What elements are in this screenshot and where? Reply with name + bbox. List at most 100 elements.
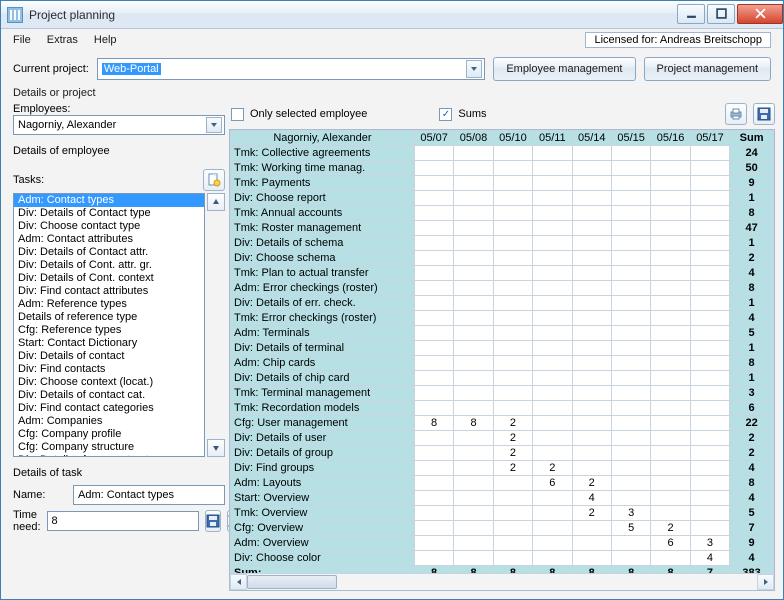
grid-cell[interactable] bbox=[454, 356, 493, 371]
grid-cell[interactable] bbox=[690, 371, 729, 386]
employee-management-button[interactable]: Employee management bbox=[493, 57, 635, 81]
grid-cell[interactable] bbox=[414, 491, 453, 506]
sums-checkbox[interactable] bbox=[439, 108, 452, 121]
grid-row-label[interactable]: Div: Details of schema bbox=[231, 236, 415, 251]
grid-cell[interactable] bbox=[572, 191, 611, 206]
grid-cell[interactable] bbox=[533, 236, 572, 251]
grid-cell[interactable] bbox=[572, 431, 611, 446]
grid-row-label[interactable]: Tmk: Plan to actual transfer bbox=[231, 266, 415, 281]
grid-cell[interactable] bbox=[533, 536, 572, 551]
grid-cell[interactable] bbox=[414, 476, 453, 491]
grid-cell[interactable] bbox=[690, 461, 729, 476]
tasks-list[interactable]: Adm: Contact typesDiv: Details of Contac… bbox=[13, 193, 205, 457]
grid-cell[interactable] bbox=[572, 551, 611, 566]
task-item[interactable]: Div: Find contacts bbox=[14, 363, 204, 376]
grid-cell[interactable] bbox=[533, 521, 572, 536]
grid-cell[interactable] bbox=[493, 386, 532, 401]
grid-cell[interactable] bbox=[572, 356, 611, 371]
grid-cell[interactable] bbox=[572, 326, 611, 341]
grid-row-label[interactable]: Tmk: Roster management bbox=[231, 221, 415, 236]
task-item[interactable]: Adm: Contact types bbox=[14, 194, 204, 207]
grid-cell[interactable] bbox=[572, 536, 611, 551]
task-item[interactable]: Div: Choose context (locat.) bbox=[14, 376, 204, 389]
grid-cell[interactable] bbox=[414, 386, 453, 401]
task-item[interactable]: Div: Details of Contact type bbox=[14, 207, 204, 220]
grid-cell[interactable] bbox=[414, 551, 453, 566]
grid-cell[interactable] bbox=[572, 416, 611, 431]
grid-cell[interactable] bbox=[690, 236, 729, 251]
grid-cell[interactable] bbox=[454, 386, 493, 401]
print-button[interactable] bbox=[725, 103, 747, 125]
task-item[interactable]: Div: Details of contact bbox=[14, 350, 204, 363]
grid-cell[interactable] bbox=[572, 461, 611, 476]
grid-cell[interactable] bbox=[651, 401, 690, 416]
grid-cell[interactable] bbox=[493, 311, 532, 326]
grid-cell[interactable] bbox=[611, 161, 650, 176]
grid-cell[interactable] bbox=[572, 221, 611, 236]
grid-cell[interactable] bbox=[454, 176, 493, 191]
grid-row-label[interactable]: Tmk: Recordation models bbox=[231, 401, 415, 416]
grid-cell[interactable] bbox=[690, 401, 729, 416]
grid-cell[interactable] bbox=[454, 551, 493, 566]
grid-cell[interactable] bbox=[572, 296, 611, 311]
grid-col-date[interactable]: 05/14 bbox=[572, 131, 611, 146]
grid-cell[interactable] bbox=[651, 386, 690, 401]
grid-cell[interactable] bbox=[414, 356, 453, 371]
grid-cell[interactable] bbox=[690, 161, 729, 176]
grid-cell[interactable]: 2 bbox=[533, 461, 572, 476]
scroll-right-button[interactable] bbox=[757, 574, 774, 590]
grid-cell[interactable]: 3 bbox=[690, 536, 729, 551]
grid-cell[interactable]: 2 bbox=[493, 416, 532, 431]
grid-cell[interactable] bbox=[611, 551, 650, 566]
grid-cell[interactable] bbox=[651, 236, 690, 251]
grid-cell[interactable] bbox=[533, 491, 572, 506]
grid-cell[interactable] bbox=[611, 176, 650, 191]
task-item[interactable]: Div: Details of comp. struct. bbox=[14, 454, 204, 457]
grid-cell[interactable]: 2 bbox=[572, 476, 611, 491]
grid-col-employee[interactable]: Nagorniy, Alexander bbox=[231, 131, 415, 146]
grid-cell[interactable] bbox=[533, 356, 572, 371]
grid-col-date[interactable]: 05/16 bbox=[651, 131, 690, 146]
grid-cell[interactable] bbox=[493, 161, 532, 176]
grid-cell[interactable] bbox=[611, 431, 650, 446]
task-item[interactable]: Adm: Companies bbox=[14, 415, 204, 428]
grid-cell[interactable] bbox=[611, 386, 650, 401]
grid-cell[interactable] bbox=[533, 146, 572, 161]
task-item[interactable]: Div: Details of Cont. attr. gr. bbox=[14, 259, 204, 272]
grid-cell[interactable] bbox=[414, 176, 453, 191]
grid-cell[interactable] bbox=[414, 191, 453, 206]
grid-cell[interactable] bbox=[611, 461, 650, 476]
grid-cell[interactable] bbox=[572, 371, 611, 386]
grid-cell[interactable] bbox=[454, 281, 493, 296]
grid-cell[interactable] bbox=[651, 326, 690, 341]
grid-cell[interactable] bbox=[533, 206, 572, 221]
grid-cell[interactable] bbox=[454, 266, 493, 281]
grid-cell[interactable]: 2 bbox=[651, 521, 690, 536]
grid-cell[interactable] bbox=[690, 341, 729, 356]
grid-cell[interactable] bbox=[690, 296, 729, 311]
save-task-button[interactable] bbox=[205, 510, 221, 532]
grid-row-label[interactable]: Div: Choose report bbox=[231, 191, 415, 206]
grid-row-label[interactable]: Div: Details of group bbox=[231, 446, 415, 461]
grid-cell[interactable] bbox=[651, 161, 690, 176]
grid-cell[interactable] bbox=[611, 236, 650, 251]
grid-cell[interactable] bbox=[493, 191, 532, 206]
grid-cell[interactable] bbox=[651, 266, 690, 281]
grid-cell[interactable] bbox=[690, 146, 729, 161]
grid-cell[interactable] bbox=[690, 326, 729, 341]
grid-cell[interactable] bbox=[611, 191, 650, 206]
grid-row-label[interactable]: Cfg: Overview bbox=[231, 521, 415, 536]
grid-cell[interactable]: 3 bbox=[611, 506, 650, 521]
grid-row-label[interactable]: Adm: Chip cards bbox=[231, 356, 415, 371]
grid-cell[interactable] bbox=[611, 311, 650, 326]
grid-cell[interactable] bbox=[454, 431, 493, 446]
grid-cell[interactable] bbox=[690, 386, 729, 401]
grid-cell[interactable] bbox=[454, 191, 493, 206]
grid-cell[interactable] bbox=[533, 506, 572, 521]
grid-cell[interactable] bbox=[533, 251, 572, 266]
grid-cell[interactable] bbox=[611, 146, 650, 161]
grid-row-label[interactable]: Start: Overview bbox=[231, 491, 415, 506]
grid-cell[interactable] bbox=[493, 521, 532, 536]
task-item[interactable]: Div: Details of Cont. context bbox=[14, 272, 204, 285]
grid-cell[interactable] bbox=[690, 356, 729, 371]
